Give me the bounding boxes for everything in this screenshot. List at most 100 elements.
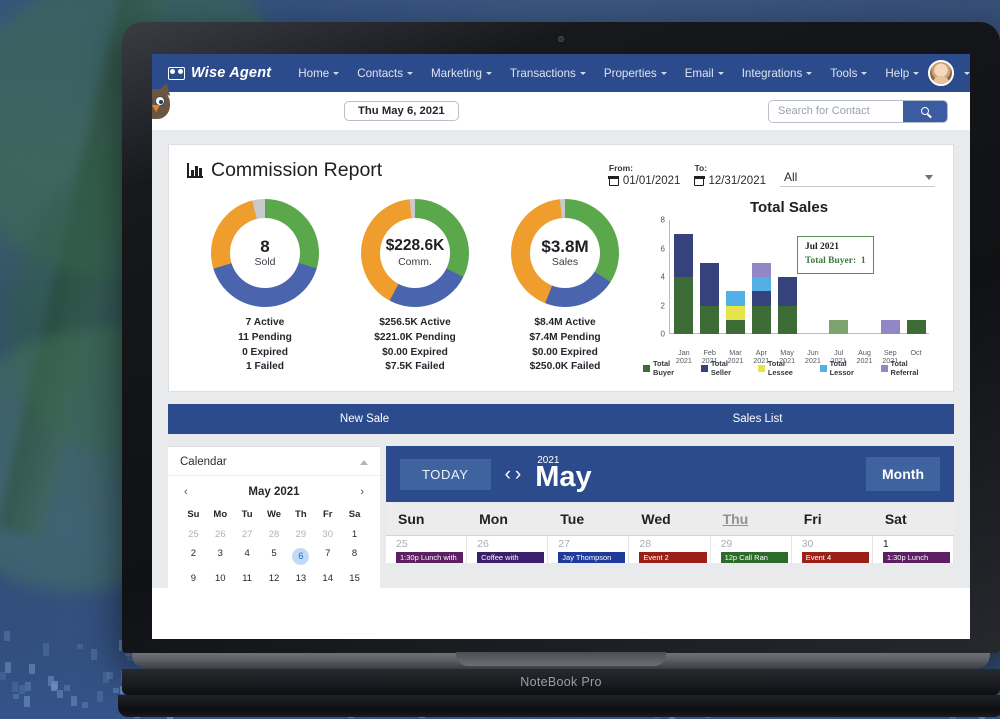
bar-group[interactable] <box>877 220 903 334</box>
action-sales-list-button[interactable]: Sales List <box>561 404 954 434</box>
calendar-dow-tue[interactable]: Tue <box>548 502 629 535</box>
y-tick-label: 0 <box>660 329 665 339</box>
search-button[interactable] <box>903 100 947 122</box>
mini-cal-day[interactable]: 4 <box>234 544 261 569</box>
laptop-mockup: Wise Agent Home Contacts Marketing Transact… <box>118 22 1000 717</box>
calendar-dow-thu[interactable]: Thu <box>711 502 792 535</box>
nav-item-label: Transactions <box>509 66 576 80</box>
calendar-event[interactable]: 12p Call Ran <box>720 552 788 563</box>
nav-item-integrations[interactable]: Integrations <box>733 67 822 80</box>
calendar-dow-mon[interactable]: Mon <box>467 502 548 535</box>
bar-group[interactable] <box>723 220 749 334</box>
bar-group[interactable] <box>671 220 697 334</box>
calendar-day-cell[interactable]: 26 Coffee with <box>467 536 549 563</box>
calendar-dow-fri[interactable]: Fri <box>792 502 873 535</box>
mini-cal-day[interactable]: 12 <box>261 569 288 588</box>
nav-item-home[interactable]: Home <box>289 67 348 80</box>
from-date-filter[interactable]: From: 01/01/2021 <box>608 163 680 187</box>
mini-cal-day[interactable]: 7 <box>314 544 341 569</box>
y-tick-label: 8 <box>660 215 665 225</box>
nav-item-contacts[interactable]: Contacts <box>348 67 422 80</box>
search-input[interactable] <box>769 100 903 122</box>
calendar-event[interactable]: 1:30p Lunch <box>882 552 950 563</box>
mini-cal-day[interactable]: 26 <box>207 525 234 544</box>
mini-cal-day[interactable]: 11 <box>234 569 261 588</box>
calendar-event[interactable]: Event 2 <box>639 552 707 563</box>
page-title-text: Commission Report <box>211 159 383 181</box>
user-avatar[interactable] <box>928 60 955 86</box>
mini-cal-day[interactable]: 6 <box>287 544 314 569</box>
stacked-bar <box>829 319 849 334</box>
donut-stat-row: 1 Failed <box>246 361 284 373</box>
calendar-event[interactable]: Jay Thompson <box>558 552 626 563</box>
mini-cal-day[interactable]: 9 <box>180 569 207 588</box>
nav-item-tools[interactable]: Tools <box>821 67 876 80</box>
donut-stat-row: $250.0K Failed <box>529 361 601 373</box>
nav-item-transactions[interactable]: Transactions <box>501 67 595 80</box>
calendar-day-cell[interactable]: 27 Jay Thompson <box>548 536 630 563</box>
chevron-down-icon[interactable] <box>964 71 970 75</box>
calendar-day-number: 25 <box>396 538 408 550</box>
mini-cal-day[interactable]: 25 <box>180 525 207 544</box>
calendar-event[interactable]: 1:30p Lunch with <box>396 552 464 563</box>
today-button[interactable]: TODAY <box>400 458 491 490</box>
bar-segment <box>751 291 771 306</box>
bar-segment <box>700 262 720 306</box>
brand-logo[interactable]: Wise Agent <box>168 65 271 81</box>
calendar-day-cell[interactable]: 1 1:30p Lunch <box>873 536 954 563</box>
action-new-sale-button[interactable]: New Sale <box>168 404 561 434</box>
calendar-day-cell[interactable]: 25 1:30p Lunch with <box>386 536 468 563</box>
mini-cal-day[interactable]: 30 <box>314 525 341 544</box>
mini-cal-day[interactable]: 14 <box>314 569 341 588</box>
calendar-day-cell[interactable]: 29 12p Call Ran <box>711 536 792 563</box>
mini-cal-day[interactable]: 13 <box>287 569 314 588</box>
bar-group[interactable] <box>748 220 774 334</box>
mini-cal-day[interactable]: 1 <box>341 525 368 544</box>
calendar-day-cell[interactable]: 28 Event 2 <box>629 536 711 563</box>
mini-cal-day[interactable]: 8 <box>341 544 368 569</box>
mini-cal-day[interactable]: 29 <box>287 525 314 544</box>
calendar-day-number: 27 <box>558 538 570 550</box>
to-date-filter[interactable]: To: 12/31/2021 <box>694 163 766 187</box>
calendar-dow-wed[interactable]: Wed <box>629 502 710 535</box>
mini-cal-day[interactable]: 15 <box>341 569 368 588</box>
bar-segment <box>700 305 720 334</box>
chevron-left-icon[interactable]: ‹ <box>505 465 511 484</box>
report-type-select[interactable]: All <box>780 170 935 187</box>
bar-group[interactable] <box>697 220 723 334</box>
calendar-dow-sat[interactable]: Sat <box>873 502 954 535</box>
calendar-event[interactable]: Coffee with <box>477 552 545 563</box>
calendar-sidebar-header[interactable]: Calendar <box>168 447 380 476</box>
mini-cal-day[interactable]: 3 <box>207 544 234 569</box>
x-tick-label: Mar 2021 <box>727 347 744 366</box>
nav-item-properties[interactable]: Properties <box>595 67 676 80</box>
y-axis-ticks: 0 2 4 6 8 <box>647 216 669 339</box>
mini-cal-day[interactable]: 10 <box>207 569 234 588</box>
mini-cal-day[interactable]: 2 <box>180 544 207 569</box>
calendar-dow-sun[interactable]: Sun <box>386 502 467 535</box>
calendar-sidebar: Calendar ‹ May 2021 › Su Mo Tu We Th Fr Sa 25 26… <box>168 446 380 588</box>
nav-item-email[interactable]: Email <box>676 67 733 80</box>
calendar-month: May <box>535 461 592 493</box>
chevron-right-icon[interactable]: › <box>360 486 364 498</box>
nav-item-help[interactable]: Help <box>876 67 928 80</box>
calendar-day-cell[interactable]: 30 Event 4 <box>792 536 873 563</box>
calendar-period: 2021 May <box>535 456 591 492</box>
x-tick-label: Feb 2021 <box>701 347 718 366</box>
mini-cal-day[interactable]: 27 <box>234 525 261 544</box>
view-mode-button[interactable]: Month <box>866 457 940 491</box>
chevron-left-icon[interactable]: ‹ <box>184 486 188 498</box>
nav-item-marketing[interactable]: Marketing <box>422 67 501 80</box>
chevron-up-icon[interactable] <box>360 459 368 465</box>
donut-label: Sold <box>254 256 276 269</box>
donut-chart-comm: $228.6K Comm. $256.5K Active $221.0K Pendin… <box>345 199 485 375</box>
mini-cal-day[interactable]: 28 <box>261 525 288 544</box>
mini-cal-day[interactable]: 5 <box>261 544 288 569</box>
donut-stats: $256.5K Active $221.0K Pending $0.00 Expir… <box>345 316 485 375</box>
current-date-pill[interactable]: Thu May 6, 2021 <box>344 101 459 121</box>
chevron-right-icon[interactable]: › <box>515 465 521 484</box>
caret-down-icon <box>806 71 813 75</box>
donut-charts: 8 Sold 7 Active 11 Pending 0 Expired 1 Failed… <box>187 199 635 375</box>
calendar-event[interactable]: Event 4 <box>801 552 869 563</box>
bar-group[interactable] <box>903 220 929 334</box>
